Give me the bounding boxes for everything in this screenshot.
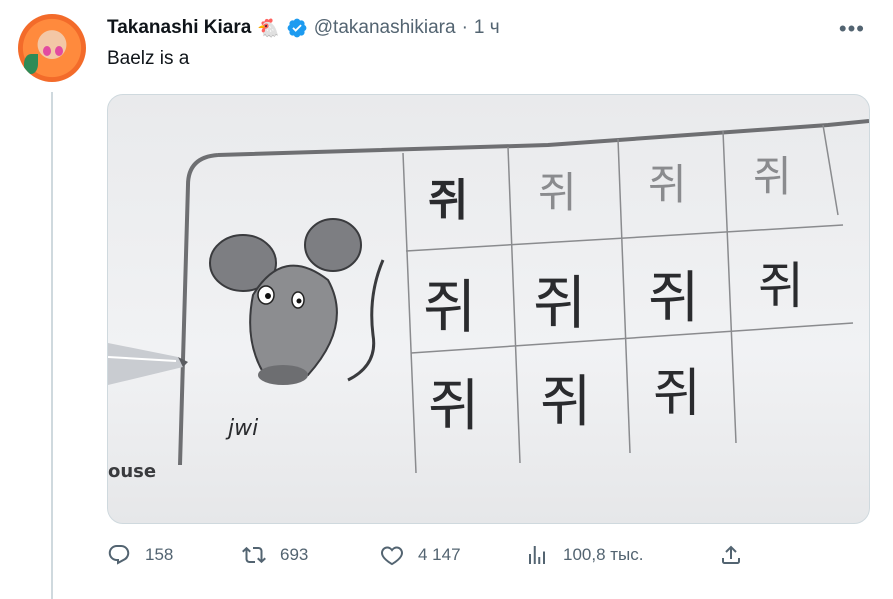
tweet-text: Baelz is a bbox=[107, 48, 190, 69]
thread-line bbox=[51, 92, 53, 599]
hangul-r3c3: 쥐 bbox=[653, 364, 701, 424]
hangul-r1c1: 쥐 bbox=[428, 175, 468, 226]
author-handle[interactable]: @takanashikiara bbox=[314, 17, 456, 39]
tweet-timestamp[interactable]: 1 ч bbox=[474, 17, 500, 39]
pen bbox=[108, 343, 188, 385]
hangul-r2c1: 쥐 bbox=[423, 273, 476, 341]
like-button[interactable]: 4 147 bbox=[380, 540, 461, 570]
reply-button[interactable]: 158 bbox=[107, 540, 173, 570]
hangul-r3c1: 쥐 bbox=[428, 374, 480, 439]
hangul-r1c2: 쥐 bbox=[538, 168, 577, 217]
cut-word-label: ouse bbox=[108, 461, 156, 482]
hangul-r2c3: 쥐 bbox=[648, 266, 700, 331]
tweet-header: Takanashi Kiara 🐔 @takanashikiara · 1 ч bbox=[107, 14, 500, 42]
avatar-leaf-decoration bbox=[24, 54, 38, 74]
views-count: 100,8 тыс. bbox=[563, 545, 644, 564]
reply-count: 158 bbox=[145, 545, 174, 564]
verified-icon[interactable] bbox=[286, 17, 308, 39]
tweet-actions: 158 693 4 147 100,8 тыс. bbox=[107, 540, 747, 570]
share-button[interactable] bbox=[719, 540, 743, 570]
author-avatar[interactable] bbox=[18, 14, 86, 82]
like-icon bbox=[381, 546, 403, 566]
avatar-eye-left bbox=[43, 46, 51, 56]
repost-count: 693 bbox=[280, 545, 309, 564]
views-button[interactable]: 100,8 тыс. bbox=[525, 540, 644, 570]
hangul-r1c3: 쥐 bbox=[648, 160, 687, 209]
tweet-photo[interactable]: 쥐 쥐 쥐 쥐 쥐 쥐 쥐 쥐 쥐 쥐 쥐 jwi ouse bbox=[107, 94, 870, 524]
hangul-r2c2: 쥐 bbox=[533, 269, 586, 337]
hangul-r2c4: 쥐 bbox=[758, 257, 804, 315]
like-count: 4 147 bbox=[418, 545, 461, 564]
romanization-label: jwi bbox=[225, 416, 258, 441]
repost-button[interactable]: 693 bbox=[242, 540, 308, 570]
more-icon[interactable]: ••• bbox=[839, 16, 865, 42]
reply-icon bbox=[108, 545, 130, 565]
chicken-emoji: 🐔 bbox=[257, 17, 280, 38]
separator-dot: · bbox=[461, 17, 468, 38]
views-icon bbox=[529, 546, 545, 564]
author-name[interactable]: Takanashi Kiara bbox=[107, 17, 251, 39]
photo-worksheet: 쥐 쥐 쥐 쥐 쥐 쥐 쥐 쥐 쥐 쥐 쥐 jwi ouse bbox=[108, 119, 869, 482]
share-icon bbox=[722, 545, 740, 564]
mouse-illustration bbox=[209, 218, 385, 385]
hangul-r1c4: 쥐 bbox=[753, 152, 792, 201]
repost-icon bbox=[242, 546, 266, 564]
hangul-r3c2: 쥐 bbox=[540, 370, 592, 435]
avatar-eye-right bbox=[55, 46, 63, 56]
